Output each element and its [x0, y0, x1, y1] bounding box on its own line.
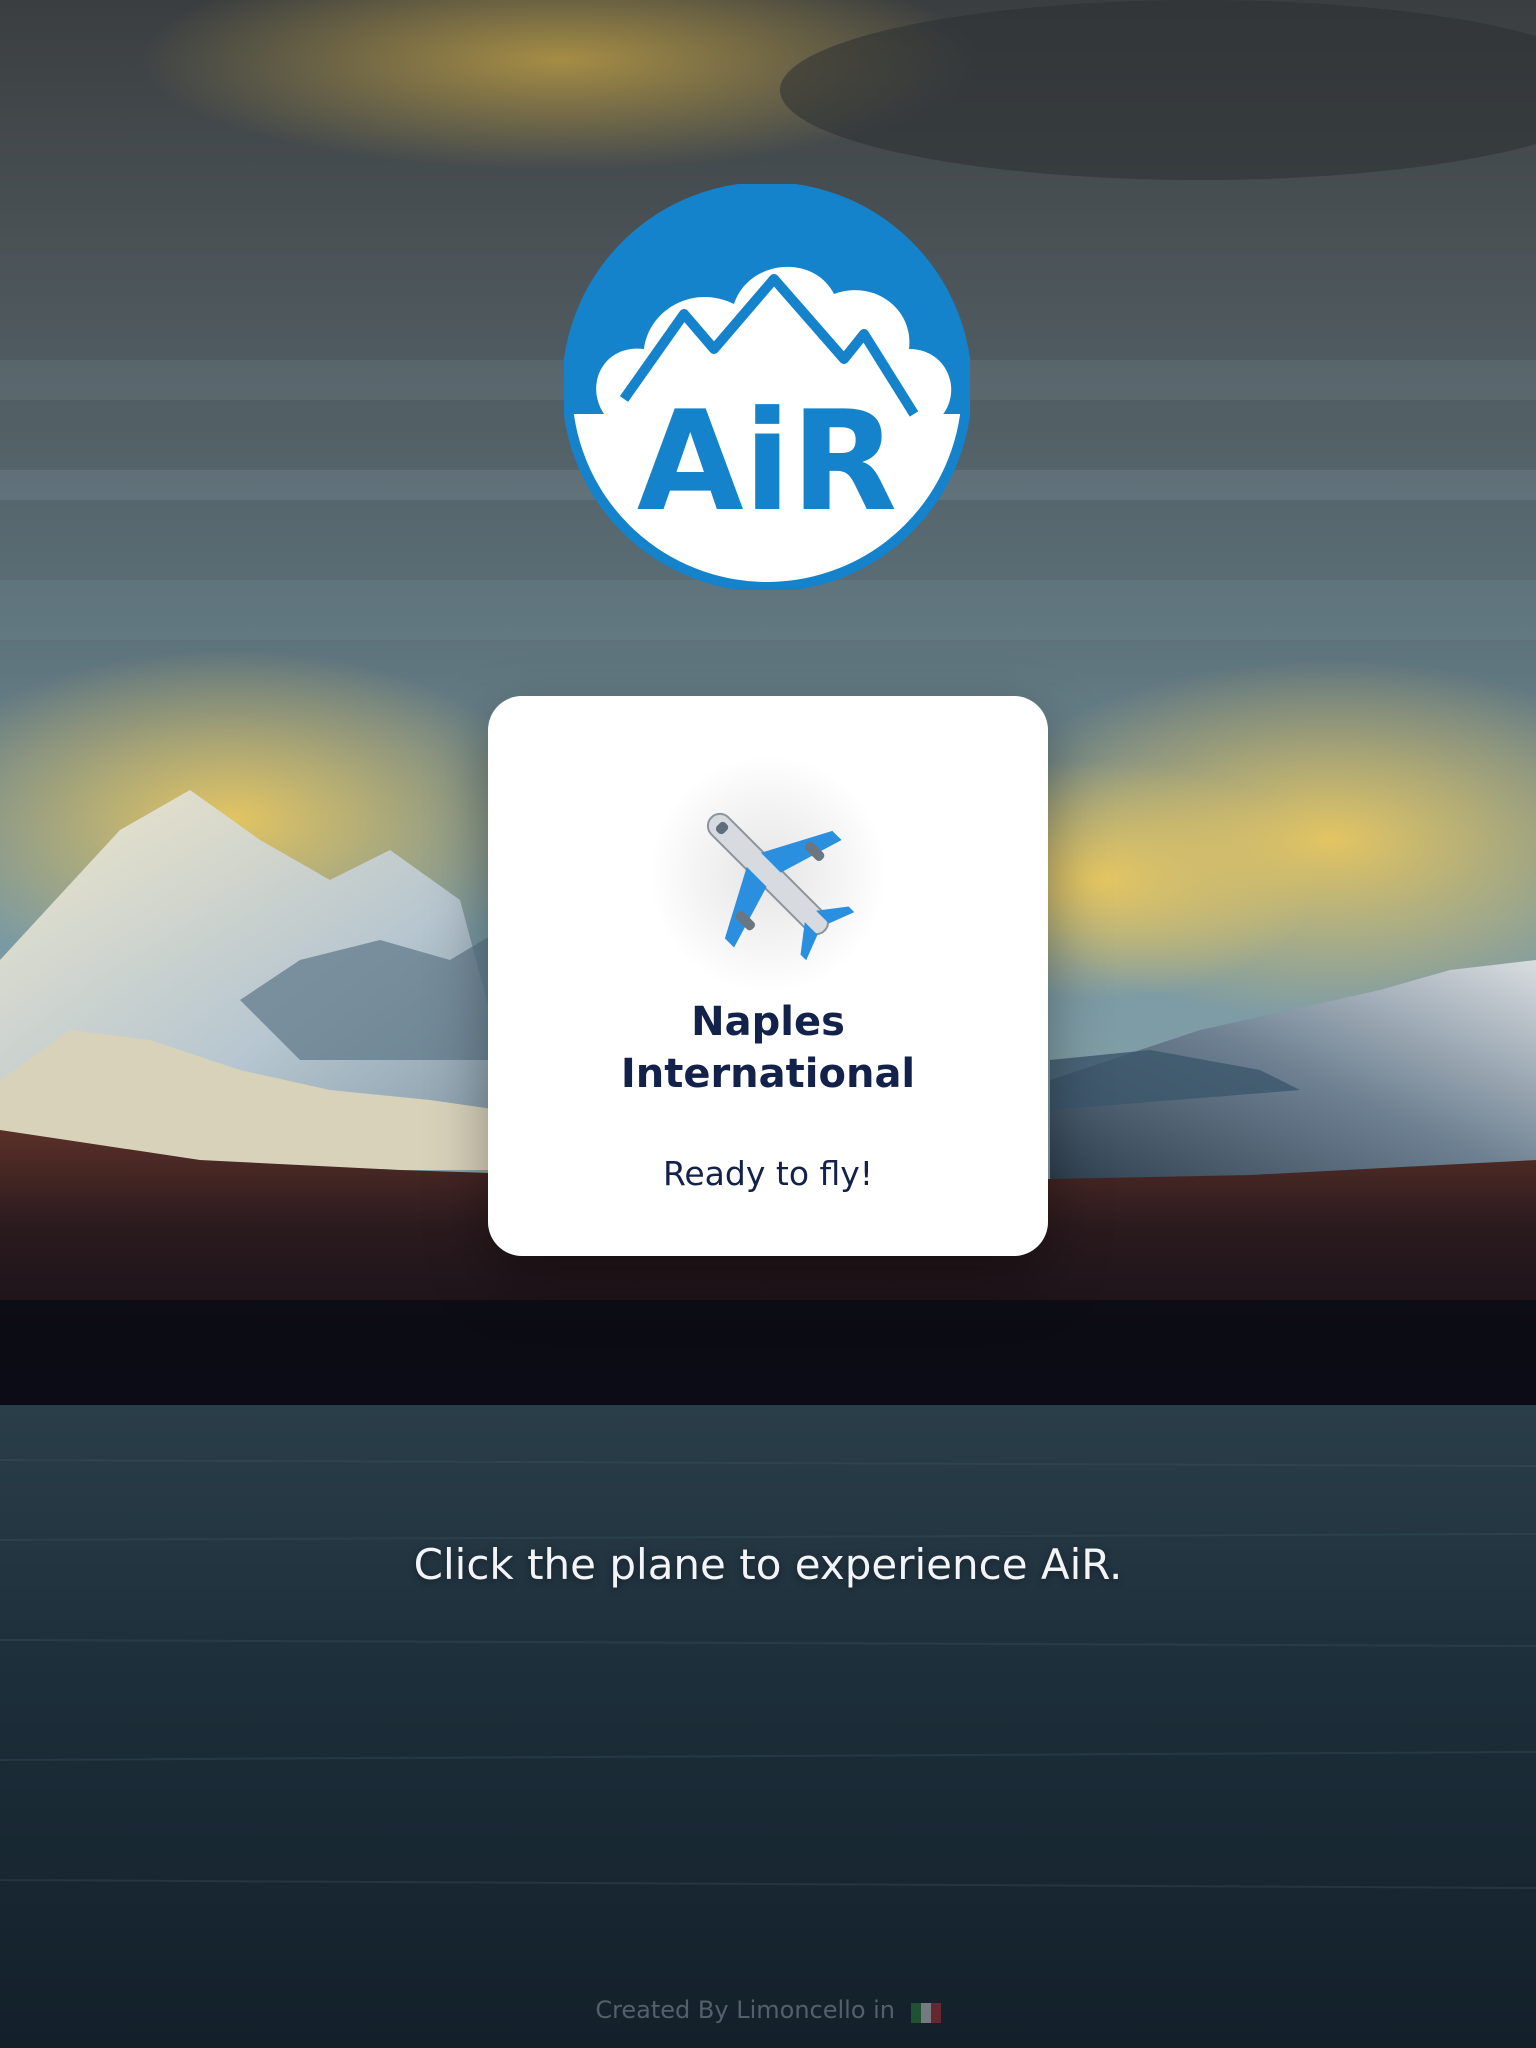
airport-name: Naples International: [620, 999, 916, 1097]
app-screen: AiR Naples International Ready to fly! C…: [0, 0, 1536, 2048]
air-logo-mark: AiR: [564, 184, 970, 590]
plane-button[interactable]: [648, 754, 888, 994]
flight-status: Ready to fly!: [662, 1154, 874, 1193]
logo-text: AiR: [637, 381, 897, 542]
footer-text: Created By Limoncello in: [595, 1996, 896, 2024]
instruction-text: Click the plane to experience AiR.: [413, 1540, 1123, 1589]
italy-flag-icon: [910, 2001, 941, 2023]
flight-card: Naples International Ready to fly!: [488, 696, 1048, 1256]
airplane-icon: [706, 812, 855, 961]
footer-credit: Created By Limoncello in: [0, 1996, 1536, 2024]
air-logo: AiR: [564, 184, 970, 590]
